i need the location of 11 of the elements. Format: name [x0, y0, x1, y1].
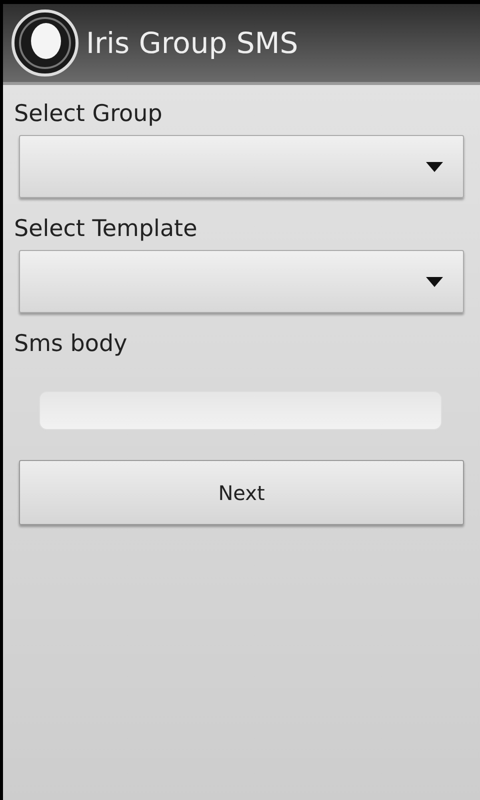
dropdown-field[interactable]: [19, 135, 464, 198]
app-title: Iris Group SMS: [86, 26, 298, 60]
next-button[interactable]: Next: [19, 460, 464, 525]
dropdown-field[interactable]: [19, 250, 464, 313]
input-field[interactable]: [39, 391, 442, 430]
dropdown-arrow-icon: [426, 162, 443, 172]
field-label: Select Group: [14, 100, 164, 129]
field-label: Sms body: [14, 330, 128, 359]
app-logo-icon: [10, 8, 80, 78]
dropdown-arrow-icon: [426, 276, 443, 286]
field-label: Select Template: [14, 215, 198, 244]
